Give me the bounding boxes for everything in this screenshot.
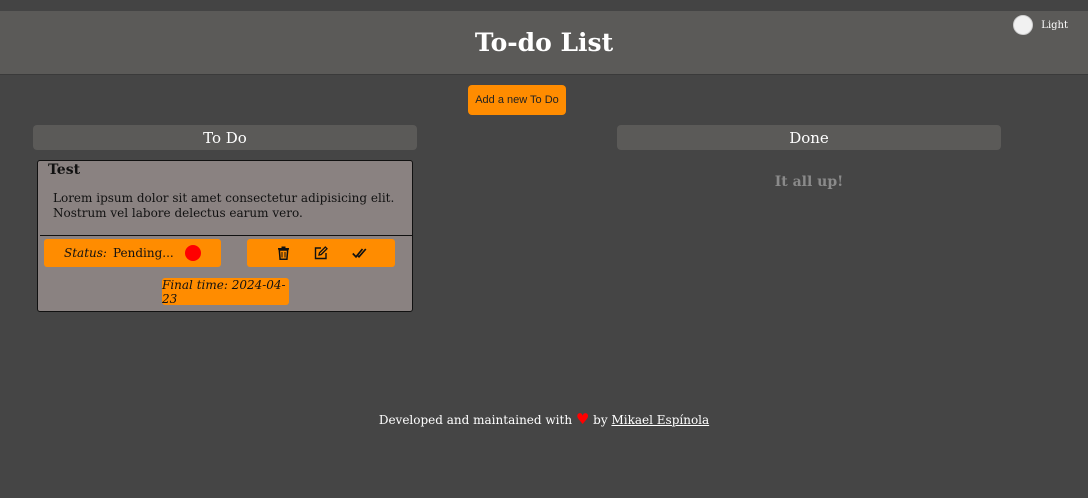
footer-by: by: [593, 413, 608, 427]
page-title: To-do List: [474, 28, 614, 57]
trash-icon[interactable]: [275, 245, 291, 261]
circle-toggle-icon: [1013, 15, 1034, 35]
double-check-icon[interactable]: [351, 245, 367, 261]
theme-toggle[interactable]: Light: [1013, 15, 1068, 35]
footer: Developed and maintained with ♥ by Mikae…: [0, 410, 1088, 428]
theme-toggle-label: Light: [1041, 19, 1068, 31]
todo-column-header: To Do: [33, 125, 417, 150]
top-strip: [0, 0, 1088, 11]
actions-box: [247, 239, 395, 267]
card-divider: [40, 235, 412, 236]
footer-text: Developed and maintained with: [378, 413, 573, 427]
todo-card: Test Lorem ipsum dolor sit amet consecte…: [37, 160, 413, 312]
done-column-header: Done: [617, 125, 1001, 150]
todo-description: Lorem ipsum dolor sit amet consectetur a…: [53, 191, 395, 220]
todo-title: Test: [48, 162, 81, 178]
status-key: Status:: [64, 246, 107, 260]
final-time: Final time: 2024-04-23: [162, 278, 289, 306]
done-empty-message: It all up!: [774, 174, 844, 190]
red-dot-icon: [185, 245, 201, 261]
edit-icon[interactable]: [313, 245, 329, 261]
add-todo-button[interactable]: Add a new To Do: [468, 85, 566, 115]
status-box: Status: Pending...: [44, 239, 221, 267]
app-header: To-do List Light: [0, 11, 1088, 75]
heart-icon: ♥: [575, 410, 590, 428]
author-link[interactable]: Mikael Espínola: [611, 413, 709, 427]
status-value: Pending...: [112, 246, 174, 260]
